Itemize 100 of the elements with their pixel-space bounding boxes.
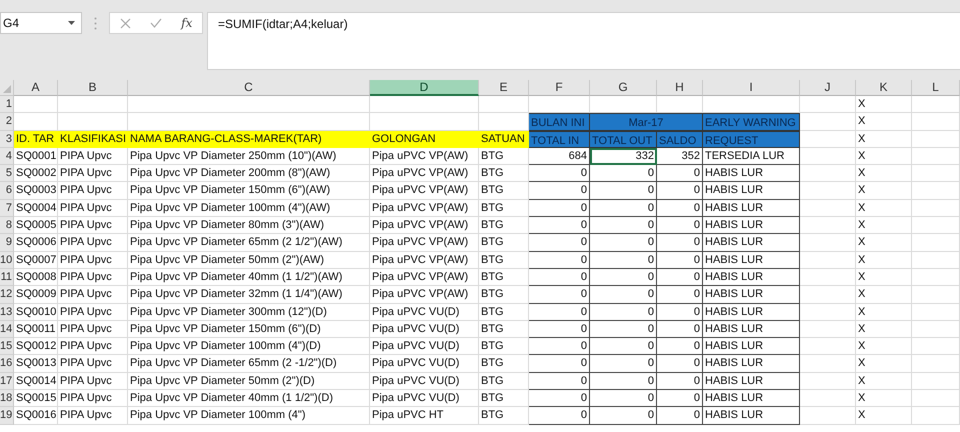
column-header[interactable]: J	[800, 80, 856, 96]
column-header[interactable]: A	[14, 80, 58, 96]
formula-field[interactable]: =SUMIF(idtar;A4;keluar)	[207, 12, 960, 70]
row-header[interactable]: 5	[0, 165, 14, 182]
drag-handle-icon[interactable]	[94, 17, 97, 30]
row-header[interactable]: 16	[0, 355, 14, 373]
empty-cell	[912, 407, 960, 425]
table-cell: Pipa Upvc VP Diameter 100mm (4")	[128, 407, 370, 425]
column-header[interactable]: F	[529, 80, 590, 96]
row-header[interactable]: 12	[0, 286, 14, 304]
column-header[interactable]: I	[703, 80, 800, 96]
table-cell: SQ0004	[14, 200, 58, 218]
table-cell: Pipa uPVC VP(AW)	[370, 182, 479, 200]
header-cell: NAMA BARANG-CLASS-MAREK(TAR)	[128, 130, 370, 148]
table-cell: PIPA Upvc	[58, 182, 128, 200]
row-header[interactable]: 2	[0, 113, 14, 131]
table-cell: 0	[529, 338, 590, 356]
table-cell: HABIS LUR	[703, 252, 800, 269]
table-cell: HABIS LUR	[703, 217, 800, 234]
table-cell: HABIS LUR	[703, 355, 800, 373]
column-header[interactable]: C	[128, 80, 370, 96]
table-cell: BTG	[479, 252, 529, 269]
table-cell: 0	[590, 320, 657, 338]
column-header[interactable]: G	[590, 80, 657, 96]
column-header[interactable]: D	[370, 80, 479, 96]
column-header[interactable]: E	[479, 80, 529, 96]
table-cell: BTG	[479, 407, 529, 425]
column-header[interactable]: K	[856, 80, 912, 96]
row-header[interactable]: 6	[0, 182, 14, 200]
cancel-icon[interactable]	[120, 18, 131, 28]
table-cell: SQ0013	[14, 355, 58, 373]
row-header[interactable]: 1	[0, 96, 14, 114]
row-header[interactable]: 19	[0, 407, 14, 425]
empty-cell	[479, 96, 529, 114]
table-cell: PIPA Upvc	[58, 200, 128, 218]
row-header[interactable]: 3	[0, 130, 14, 148]
table-cell: X	[856, 320, 912, 338]
table-cell: Pipa uPVC VP(AW)	[370, 200, 479, 218]
table-cell: PIPA Upvc	[58, 252, 128, 269]
table-cell: Pipa Upvc VP Diameter 40mm (1 1/2")(D)	[128, 390, 370, 408]
row-header[interactable]: 14	[0, 320, 14, 338]
row-header[interactable]: 13	[0, 304, 14, 321]
table-cell: 0	[590, 182, 657, 200]
column-header[interactable]: H	[657, 80, 703, 96]
table-cell: X	[856, 96, 912, 114]
table-cell: 352	[657, 148, 703, 166]
row-header[interactable]: 11	[0, 268, 14, 286]
table-cell: 0	[590, 217, 657, 234]
table-cell: 0	[590, 286, 657, 304]
empty-cell	[800, 268, 856, 286]
check-icon[interactable]	[150, 18, 162, 28]
insert-function-button[interactable]: fx	[181, 16, 192, 30]
row-header[interactable]: 18	[0, 390, 14, 408]
empty-cell	[58, 96, 128, 114]
table-cell: 0	[529, 234, 590, 252]
table-cell: BTG	[479, 268, 529, 286]
column-header[interactable]: L	[912, 80, 960, 96]
table-cell: SQ0003	[14, 182, 58, 200]
row-header[interactable]: 9	[0, 234, 14, 252]
table-cell: HABIS LUR	[703, 200, 800, 218]
table-cell: 0	[657, 234, 703, 252]
table-cell: 0	[657, 407, 703, 425]
table-cell: Pipa uPVC HT	[370, 407, 479, 425]
row-header[interactable]: 8	[0, 217, 14, 234]
name-box[interactable]: G4	[0, 12, 82, 34]
table-cell: PIPA Upvc	[58, 338, 128, 356]
select-all-button[interactable]	[0, 80, 14, 96]
table-cell: 0	[529, 320, 590, 338]
row-header[interactable]: 10	[0, 252, 14, 269]
row-header[interactable]: 15	[0, 338, 14, 356]
table-cell: 684	[529, 148, 590, 166]
table-cell: Pipa Upvc VP Diameter 50mm (2")(D)	[128, 372, 370, 390]
column-header[interactable]: B	[58, 80, 128, 96]
table-cell: Pipa Upvc VP Diameter 80mm (3")(AW)	[128, 217, 370, 234]
row-header[interactable]: 17	[0, 372, 14, 390]
table-cell: 0	[590, 165, 657, 182]
table-cell: Pipa Upvc VP Diameter 150mm (6")(D)	[128, 320, 370, 338]
row-header[interactable]: 7	[0, 200, 14, 218]
empty-cell	[800, 96, 856, 114]
table-cell: SQ0010	[14, 304, 58, 321]
table-cell: HABIS LUR	[703, 320, 800, 338]
empty-cell	[800, 217, 856, 234]
table-cell: TERSEDIA LUR	[703, 148, 800, 166]
header-cell: REQUEST	[703, 130, 800, 148]
table-cell: 0	[657, 304, 703, 321]
table-cell: HABIS LUR	[703, 234, 800, 252]
table-cell: X	[856, 390, 912, 408]
dropdown-caret-icon[interactable]	[68, 21, 75, 25]
row-header[interactable]: 4	[0, 148, 14, 166]
table-cell: Pipa uPVC VU(D)	[370, 390, 479, 408]
table-cell: BTG	[479, 390, 529, 408]
corner-triangle-icon	[3, 85, 11, 93]
table-cell: HABIS LUR	[703, 165, 800, 182]
empty-cell	[800, 148, 856, 166]
header-cell: GOLONGAN	[370, 130, 479, 148]
table-cell: 0	[657, 286, 703, 304]
table-cell: PIPA Upvc	[58, 355, 128, 373]
table-cell: HABIS LUR	[703, 304, 800, 321]
empty-cell	[912, 268, 960, 286]
empty-cell	[912, 320, 960, 338]
